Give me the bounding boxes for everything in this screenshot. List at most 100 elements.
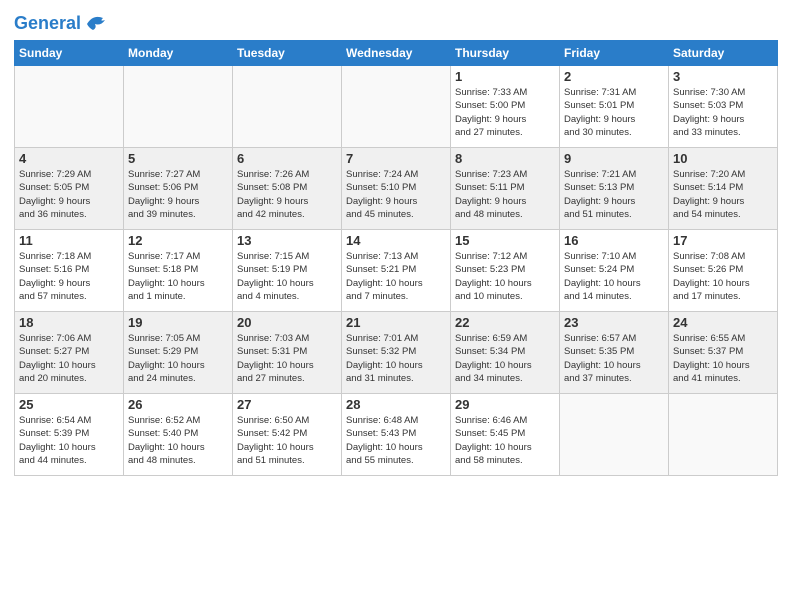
day-info: Sunrise: 7:05 AM Sunset: 5:29 PM Dayligh… <box>128 332 228 385</box>
day-number: 3 <box>673 69 773 84</box>
calendar-cell: 27Sunrise: 6:50 AM Sunset: 5:42 PM Dayli… <box>233 394 342 476</box>
day-number: 8 <box>455 151 555 166</box>
page-container: General SundayMondayTuesdayWednesdayThur… <box>0 0 792 484</box>
header-day-thursday: Thursday <box>451 41 560 66</box>
week-row-1: 1 Sunrise: 7:33 AM Sunset: 5:00 PM Daylig… <box>15 66 778 148</box>
day-info: Sunrise: 6:48 AM Sunset: 5:43 PM Dayligh… <box>346 414 446 467</box>
calendar-cell: 20 Sunrise: 7:03 AM Sunset: 5:31 PM Dayli… <box>233 312 342 394</box>
calendar-cell: 13 Sunrise: 7:15 AM Sunset: 5:19 PM Dayli… <box>233 230 342 312</box>
calendar-cell: 5 Sunrise: 7:27 AM Sunset: 5:06 PM Daylig… <box>124 148 233 230</box>
day-number: 20 <box>237 315 337 330</box>
calendar-cell: 12Sunrise: 7:17 AM Sunset: 5:18 PM Dayli… <box>124 230 233 312</box>
calendar-cell: 14 Sunrise: 7:13 AM Sunset: 5:21 PM Dayli… <box>342 230 451 312</box>
day-info: Sunrise: 7:08 AM Sunset: 5:26 PM Dayligh… <box>673 250 773 303</box>
week-row-2: 4 Sunrise: 7:29 AM Sunset: 5:05 PM Daylig… <box>15 148 778 230</box>
day-number: 23 <box>564 315 664 330</box>
day-info: Sunrise: 7:21 AM Sunset: 5:13 PM Dayligh… <box>564 168 664 221</box>
day-number: 10 <box>673 151 773 166</box>
calendar-cell: 24 Sunrise: 6:55 AM Sunset: 5:37 PM Dayli… <box>669 312 778 394</box>
calendar-cell <box>15 66 124 148</box>
day-number: 1 <box>455 69 555 84</box>
day-number: 28 <box>346 397 446 412</box>
day-info: Sunrise: 7:15 AM Sunset: 5:19 PM Dayligh… <box>237 250 337 303</box>
calendar-cell: 22 Sunrise: 6:59 AM Sunset: 5:34 PM Dayli… <box>451 312 560 394</box>
day-number: 21 <box>346 315 446 330</box>
day-number: 16 <box>564 233 664 248</box>
day-info: Sunrise: 7:26 AM Sunset: 5:08 PM Dayligh… <box>237 168 337 221</box>
calendar-cell <box>233 66 342 148</box>
day-info: Sunrise: 7:06 AM Sunset: 5:27 PM Dayligh… <box>19 332 119 385</box>
calendar-cell: 7 Sunrise: 7:24 AM Sunset: 5:10 PM Daylig… <box>342 148 451 230</box>
calendar-cell: 18 Sunrise: 7:06 AM Sunset: 5:27 PM Dayli… <box>15 312 124 394</box>
week-row-5: 25 Sunrise: 6:54 AM Sunset: 5:39 PM Dayli… <box>15 394 778 476</box>
day-info: Sunrise: 7:23 AM Sunset: 5:11 PM Dayligh… <box>455 168 555 221</box>
calendar-cell: 26 Sunrise: 6:52 AM Sunset: 5:40 PM Dayli… <box>124 394 233 476</box>
day-info: Sunrise: 7:29 AM Sunset: 5:05 PM Dayligh… <box>19 168 119 221</box>
calendar-cell: 25 Sunrise: 6:54 AM Sunset: 5:39 PM Dayli… <box>15 394 124 476</box>
calendar-cell: 17 Sunrise: 7:08 AM Sunset: 5:26 PM Dayli… <box>669 230 778 312</box>
day-number: 22 <box>455 315 555 330</box>
header-day-monday: Monday <box>124 41 233 66</box>
calendar-cell: 3 Sunrise: 7:30 AM Sunset: 5:03 PM Daylig… <box>669 66 778 148</box>
day-number: 12 <box>128 233 228 248</box>
day-number: 2 <box>564 69 664 84</box>
day-number: 19 <box>128 315 228 330</box>
day-number: 27 <box>237 397 337 412</box>
day-number: 11 <box>19 233 119 248</box>
day-info: Sunrise: 7:33 AM Sunset: 5:00 PM Dayligh… <box>455 86 555 139</box>
calendar-cell: 28 Sunrise: 6:48 AM Sunset: 5:43 PM Dayli… <box>342 394 451 476</box>
calendar-cell: 19 Sunrise: 7:05 AM Sunset: 5:29 PM Dayli… <box>124 312 233 394</box>
header-day-friday: Friday <box>560 41 669 66</box>
day-number: 24 <box>673 315 773 330</box>
calendar-cell: 11 Sunrise: 7:18 AM Sunset: 5:16 PM Dayli… <box>15 230 124 312</box>
day-number: 15 <box>455 233 555 248</box>
day-number: 5 <box>128 151 228 166</box>
day-info: Sunrise: 7:13 AM Sunset: 5:21 PM Dayligh… <box>346 250 446 303</box>
day-info: Sunrise: 7:03 AM Sunset: 5:31 PM Dayligh… <box>237 332 337 385</box>
header-day-saturday: Saturday <box>669 41 778 66</box>
calendar-cell: 16Sunrise: 7:10 AM Sunset: 5:24 PM Dayli… <box>560 230 669 312</box>
day-number: 29 <box>455 397 555 412</box>
day-number: 4 <box>19 151 119 166</box>
day-number: 17 <box>673 233 773 248</box>
calendar-cell: 6 Sunrise: 7:26 AM Sunset: 5:08 PM Daylig… <box>233 148 342 230</box>
day-info: Sunrise: 6:46 AM Sunset: 5:45 PM Dayligh… <box>455 414 555 467</box>
logo-text: General <box>14 14 81 34</box>
day-info: Sunrise: 6:55 AM Sunset: 5:37 PM Dayligh… <box>673 332 773 385</box>
calendar-cell: 29 Sunrise: 6:46 AM Sunset: 5:45 PM Dayli… <box>451 394 560 476</box>
day-info: Sunrise: 7:24 AM Sunset: 5:10 PM Dayligh… <box>346 168 446 221</box>
calendar-cell <box>124 66 233 148</box>
calendar-cell: 10Sunrise: 7:20 AM Sunset: 5:14 PM Dayli… <box>669 148 778 230</box>
day-number: 25 <box>19 397 119 412</box>
calendar-cell <box>669 394 778 476</box>
day-info: Sunrise: 7:18 AM Sunset: 5:16 PM Dayligh… <box>19 250 119 303</box>
day-info: Sunrise: 7:01 AM Sunset: 5:32 PM Dayligh… <box>346 332 446 385</box>
day-info: Sunrise: 7:27 AM Sunset: 5:06 PM Dayligh… <box>128 168 228 221</box>
calendar-cell: 9 Sunrise: 7:21 AM Sunset: 5:13 PM Daylig… <box>560 148 669 230</box>
day-info: Sunrise: 7:12 AM Sunset: 5:23 PM Dayligh… <box>455 250 555 303</box>
day-info: Sunrise: 7:30 AM Sunset: 5:03 PM Dayligh… <box>673 86 773 139</box>
calendar-cell: 4 Sunrise: 7:29 AM Sunset: 5:05 PM Daylig… <box>15 148 124 230</box>
day-number: 14 <box>346 233 446 248</box>
day-number: 18 <box>19 315 119 330</box>
header-row: SundayMondayTuesdayWednesdayThursdayFrid… <box>15 41 778 66</box>
day-info: Sunrise: 6:59 AM Sunset: 5:34 PM Dayligh… <box>455 332 555 385</box>
header-day-tuesday: Tuesday <box>233 41 342 66</box>
calendar-cell: 8 Sunrise: 7:23 AM Sunset: 5:11 PM Daylig… <box>451 148 560 230</box>
day-number: 7 <box>346 151 446 166</box>
calendar-cell: 23 Sunrise: 6:57 AM Sunset: 5:35 PM Dayli… <box>560 312 669 394</box>
calendar-cell: 1 Sunrise: 7:33 AM Sunset: 5:00 PM Daylig… <box>451 66 560 148</box>
calendar-cell <box>342 66 451 148</box>
day-info: Sunrise: 6:54 AM Sunset: 5:39 PM Dayligh… <box>19 414 119 467</box>
day-number: 6 <box>237 151 337 166</box>
header-day-sunday: Sunday <box>15 41 124 66</box>
day-number: 9 <box>564 151 664 166</box>
week-row-4: 18 Sunrise: 7:06 AM Sunset: 5:27 PM Dayli… <box>15 312 778 394</box>
day-number: 26 <box>128 397 228 412</box>
day-info: Sunrise: 6:57 AM Sunset: 5:35 PM Dayligh… <box>564 332 664 385</box>
calendar-cell: 15 Sunrise: 7:12 AM Sunset: 5:23 PM Dayli… <box>451 230 560 312</box>
week-row-3: 11 Sunrise: 7:18 AM Sunset: 5:16 PM Dayli… <box>15 230 778 312</box>
day-info: Sunrise: 6:52 AM Sunset: 5:40 PM Dayligh… <box>128 414 228 467</box>
header: General <box>14 10 778 32</box>
day-number: 13 <box>237 233 337 248</box>
